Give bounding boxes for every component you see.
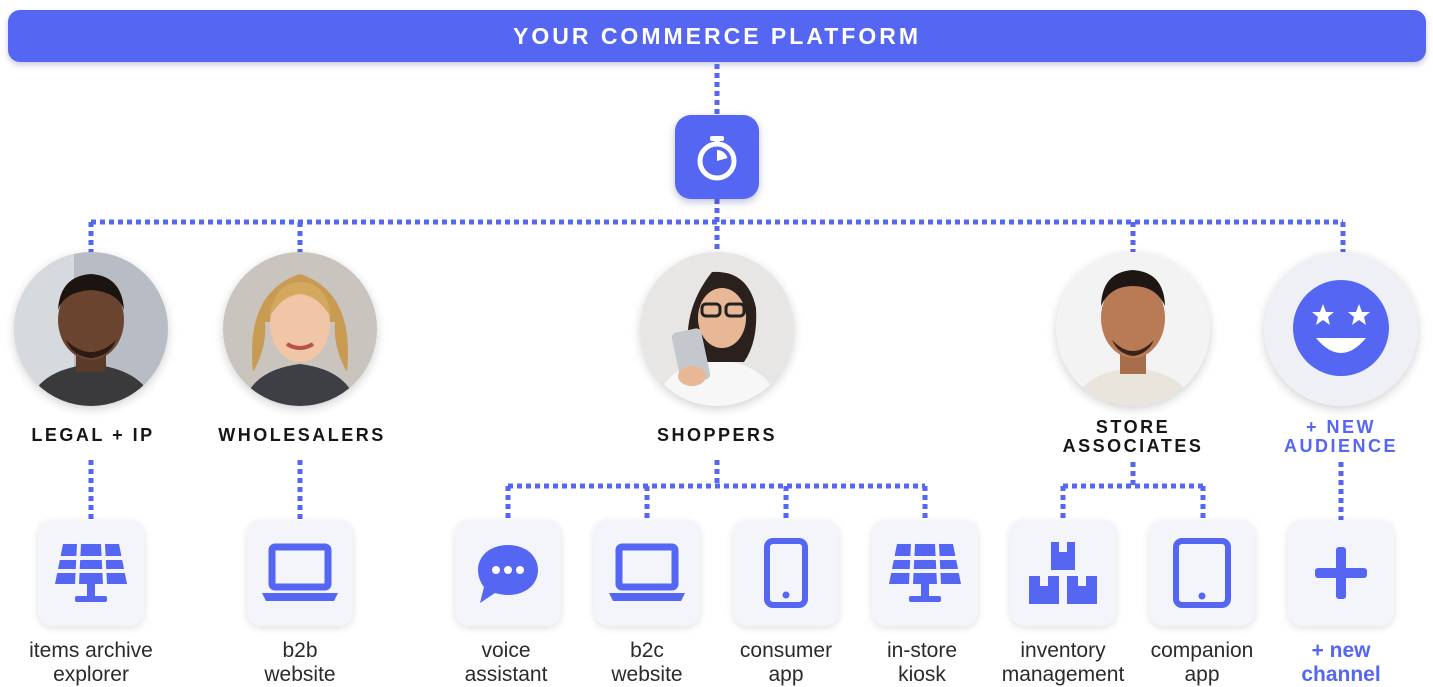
audience-label-legal-ip: LEGAL + IP <box>31 425 155 445</box>
audience-label-store-associates: STORE ASSOCIATES <box>1062 417 1204 456</box>
channel-tile-new-channel[interactable] <box>1288 520 1394 626</box>
channel-tile-consumer-app[interactable] <box>733 520 839 626</box>
channel-label-new-channel[interactable]: + new channel <box>1256 639 1426 687</box>
channel-label-items-archive-explorer: items archive explorer <box>29 639 153 686</box>
channel-tile-voice-assistant[interactable] <box>455 520 561 626</box>
tablet-icon <box>1173 538 1231 608</box>
channel-tile-companion-app[interactable] <box>1149 520 1255 626</box>
avatar-legal-ip <box>14 252 168 406</box>
woman-with-phone-photo <box>640 252 794 406</box>
laptop-icon <box>262 543 338 601</box>
audience-label-wholesalers: WHOLESALERS <box>218 425 386 445</box>
stopwatch-icon <box>697 136 737 181</box>
woman-portrait-photo <box>223 252 377 406</box>
kiosk-icon <box>889 543 961 602</box>
avatar-new-audience <box>1264 252 1418 406</box>
channel-label-b2b-website: b2b website <box>264 639 336 686</box>
smartphone-icon <box>764 538 808 608</box>
man-portrait-photo <box>14 252 168 406</box>
channel-tile-b2b-website[interactable] <box>247 520 353 626</box>
channel-tile-inventory-management[interactable] <box>1010 520 1116 626</box>
boxes-icon <box>1029 542 1097 604</box>
kiosk-icon <box>55 543 127 602</box>
avatar-shoppers <box>640 252 794 406</box>
man-portrait-photo <box>1056 252 1210 406</box>
platform-hub <box>675 115 759 199</box>
channel-tile-b2c-website[interactable] <box>594 520 700 626</box>
avatar-store-associates <box>1056 252 1210 406</box>
laptop-icon <box>609 543 685 601</box>
smiley-star-eyes-icon <box>1264 252 1418 406</box>
channel-tile-in-store-kiosk[interactable] <box>872 520 978 626</box>
audience-label-shoppers: SHOPPERS <box>656 425 778 445</box>
chat-bubble-icon <box>478 545 538 603</box>
audience-label-new-audience[interactable]: + NEW AUDIENCE <box>1231 418 1433 456</box>
channel-tile-items-archive-explorer[interactable] <box>38 520 144 626</box>
avatar-wholesalers <box>223 252 377 406</box>
plus-icon <box>1315 547 1367 599</box>
